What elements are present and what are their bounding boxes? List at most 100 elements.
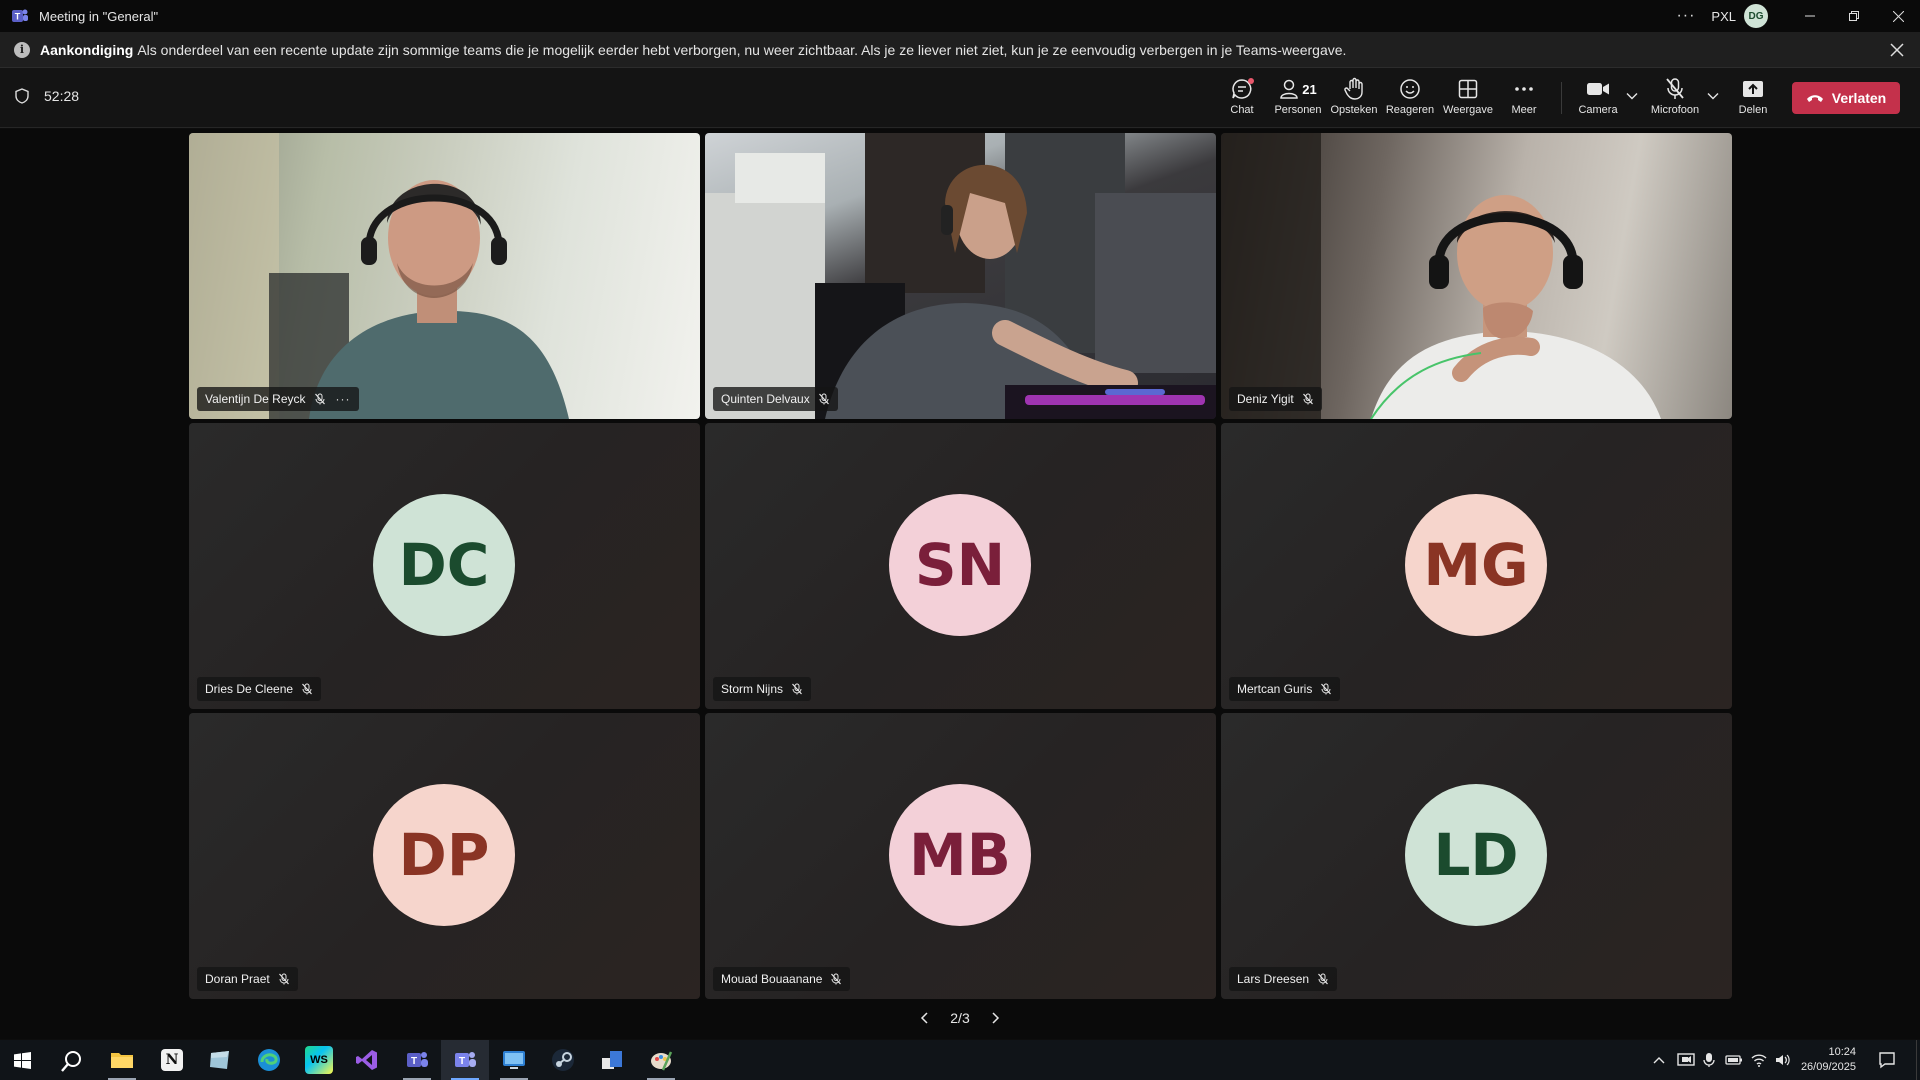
mic-muted-icon — [1666, 78, 1684, 99]
participant-tile[interactable]: MG Mertcan Guris — [1221, 423, 1732, 709]
microphone-label: Microfoon — [1650, 104, 1700, 116]
people-label: Personen — [1274, 104, 1322, 116]
mic-muted-icon — [278, 973, 289, 985]
volume-icon[interactable] — [1775, 1053, 1791, 1067]
participant-tile[interactable]: DP Doran Praet — [189, 713, 700, 999]
participant-tile[interactable]: DC Dries De Cleene — [189, 423, 700, 709]
people-count: 21 — [1302, 81, 1317, 97]
battery-icon[interactable] — [1725, 1054, 1743, 1066]
share-button[interactable]: Delen — [1734, 76, 1772, 120]
title-bar: T Meeting in "General" ··· PXL DG — [0, 0, 1920, 32]
wifi-icon[interactable] — [1751, 1053, 1767, 1067]
close-icon — [1892, 10, 1904, 22]
participant-nameplate: Storm Nijns — [713, 677, 812, 701]
restore-button[interactable] — [1832, 0, 1876, 32]
participant-name: Deniz Yigit — [1237, 392, 1294, 406]
window-title: Meeting in "General" — [39, 8, 159, 24]
chat-notification-dot — [1248, 78, 1254, 84]
chevron-left-icon[interactable] — [920, 1012, 930, 1024]
show-desktop-button[interactable] — [1916, 1040, 1920, 1080]
grid-view-icon — [1458, 79, 1478, 99]
mic-muted-icon — [1302, 393, 1313, 405]
participant-more-icon[interactable]: ··· — [336, 392, 351, 406]
svg-text:T: T — [15, 12, 21, 22]
video-feed — [705, 133, 1216, 419]
clock-date: 26/09/2025 — [1800, 1061, 1856, 1073]
announcement-banner: i Aankondiging Als onderdeel van een rec… — [0, 32, 1920, 68]
participant-name: Valentijn De Reyck — [205, 392, 306, 406]
camera-button[interactable]: Camera — [1576, 76, 1620, 120]
more-label: Meer — [1511, 104, 1537, 116]
react-button[interactable]: Reageren — [1386, 76, 1434, 120]
emoji-icon — [1400, 79, 1420, 99]
participant-name: Lars Dreesen — [1237, 972, 1310, 986]
webstorm-icon[interactable]: WS — [305, 1046, 333, 1074]
participant-tile[interactable]: Quinten Delvaux — [705, 133, 1216, 419]
mic-muted-icon — [302, 683, 312, 695]
meeting-timer: 52:28 — [14, 88, 79, 104]
participant-name: Quinten Delvaux — [721, 392, 810, 406]
system-tray: 10:24 26/09/2025 — [1653, 1040, 1920, 1080]
meet-now-icon[interactable] — [1677, 1052, 1695, 1068]
share-screen-icon — [1743, 81, 1763, 97]
people-icon — [1280, 79, 1299, 99]
participant-tile[interactable]: Deniz Yigit — [1221, 133, 1732, 419]
camera-icon — [1587, 83, 1609, 95]
teams-meeting-icon[interactable]: T — [451, 1046, 479, 1074]
steam-icon[interactable] — [549, 1046, 577, 1074]
raise-hand-icon — [1344, 77, 1363, 100]
teams-icon[interactable]: T — [403, 1046, 431, 1074]
more-button[interactable]: Meer — [1508, 76, 1540, 120]
participant-tile[interactable]: Valentijn De Reyck ··· — [189, 133, 700, 419]
mic-options-chevron-icon[interactable] — [1707, 92, 1719, 100]
svg-text:T: T — [459, 1056, 465, 1067]
file-explorer-icon[interactable] — [108, 1046, 136, 1074]
microphone-button[interactable]: Microfoon — [1648, 76, 1702, 120]
raise-hand-label: Opsteken — [1330, 104, 1378, 116]
participant-nameplate: Lars Dreesen — [1229, 967, 1338, 991]
leave-button[interactable]: Verlaten — [1792, 82, 1900, 114]
microphone-tray-icon[interactable] — [1703, 1052, 1715, 1068]
app-window-icon[interactable] — [598, 1046, 626, 1074]
notification-center-icon[interactable] — [1878, 1051, 1896, 1069]
participant-name: Dries De Cleene — [205, 682, 294, 696]
mic-muted-icon — [792, 683, 802, 695]
close-window-button[interactable] — [1876, 0, 1920, 32]
more-horizontal-icon — [1515, 87, 1533, 91]
camera-options-chevron-icon[interactable] — [1626, 92, 1638, 100]
paint-app-icon[interactable] — [647, 1046, 675, 1074]
participant-tile[interactable]: LD Lars Dreesen — [1221, 713, 1732, 999]
participant-name: Storm Nijns — [721, 682, 784, 696]
app-icon[interactable] — [206, 1046, 234, 1074]
participant-tile[interactable]: MB Mouad Bouaanane — [705, 713, 1216, 999]
taskbar-clock[interactable]: 10:24 26/09/2025 — [1801, 1045, 1856, 1075]
participant-avatar: LD — [1405, 784, 1547, 926]
participant-avatar: DP — [373, 784, 515, 926]
view-button[interactable]: Weergave — [1442, 76, 1494, 120]
visual-studio-icon[interactable] — [353, 1046, 381, 1074]
view-label: Weergave — [1443, 104, 1493, 116]
restore-icon — [1849, 11, 1859, 21]
video-feed — [189, 133, 569, 419]
hang-up-icon — [1806, 95, 1823, 102]
mic-muted-icon — [1321, 683, 1332, 695]
people-button[interactable]: 21 Personen — [1272, 76, 1324, 120]
remote-desktop-icon[interactable] — [500, 1046, 528, 1074]
user-avatar[interactable]: DG — [1744, 4, 1768, 28]
windows-start-icon[interactable] — [14, 1052, 31, 1069]
org-name: PXL — [1711, 8, 1736, 24]
notion-icon[interactable]: N — [161, 1049, 183, 1071]
participant-nameplate: Quinten Delvaux — [713, 387, 838, 411]
edge-browser-icon[interactable] — [255, 1046, 283, 1074]
minimize-button[interactable] — [1788, 0, 1832, 32]
chevron-right-icon[interactable] — [990, 1012, 1000, 1024]
dismiss-announcement-icon[interactable] — [1888, 41, 1906, 59]
timer-text: 52:28 — [44, 88, 80, 104]
participant-avatar: MB — [889, 784, 1031, 926]
more-options-icon[interactable]: ··· — [1676, 7, 1695, 25]
participant-tile[interactable]: SN Storm Nijns — [705, 423, 1216, 709]
search-icon[interactable] — [61, 1050, 83, 1072]
raise-hand-button[interactable]: Opsteken — [1330, 76, 1378, 120]
leave-label: Verlaten — [1831, 90, 1887, 106]
chevron-up-icon[interactable] — [1653, 1056, 1665, 1064]
